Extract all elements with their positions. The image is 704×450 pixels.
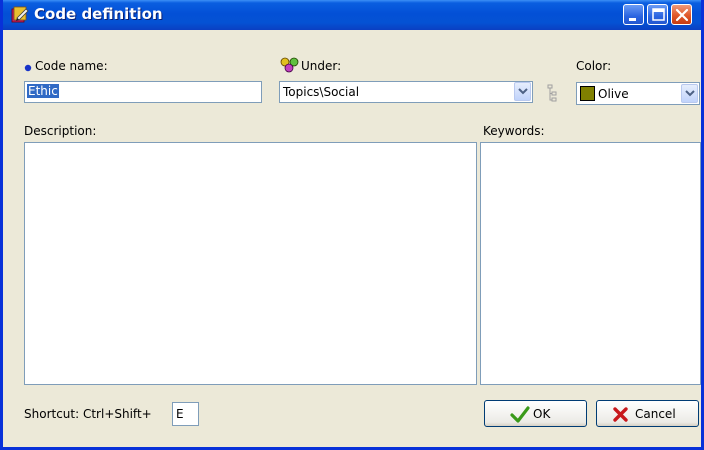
shortcut-label: Shortcut: Ctrl+Shift+ xyxy=(24,407,152,421)
color-label: Color: xyxy=(576,59,612,73)
code-name-input[interactable]: Ethic xyxy=(24,81,262,103)
cancel-x-icon xyxy=(613,407,628,422)
color-select[interactable]: Olive xyxy=(576,82,700,105)
description-label: Description: xyxy=(24,124,97,138)
keywords-textarea[interactable] xyxy=(480,142,701,385)
code-definition-dialog: Code definition Code name: Ethic Under: … xyxy=(0,0,704,450)
under-select[interactable]: Topics\Social xyxy=(279,81,533,103)
color-dropdown-button[interactable] xyxy=(681,84,698,103)
color-value: Olive xyxy=(598,87,629,101)
code-name-value: Ethic xyxy=(27,84,59,98)
chevron-down-icon xyxy=(518,88,528,95)
browse-tree-button[interactable] xyxy=(542,82,562,104)
required-bullet-icon xyxy=(24,64,32,72)
minimize-icon xyxy=(629,18,636,21)
window-title: Code definition xyxy=(34,5,163,23)
under-dropdown-button[interactable] xyxy=(514,82,531,101)
under-value: Topics\Social xyxy=(283,85,360,99)
ok-label: OK xyxy=(533,407,551,421)
ok-button[interactable]: OK xyxy=(484,400,587,427)
maximize-icon xyxy=(652,8,665,21)
code-name-label: Code name: xyxy=(35,59,108,73)
description-textarea[interactable] xyxy=(24,142,477,385)
checkmark-icon xyxy=(510,406,530,423)
cancel-button[interactable]: Cancel xyxy=(596,400,699,427)
color-swatch xyxy=(580,86,595,101)
app-icon xyxy=(11,6,29,23)
shortcut-key-value: E xyxy=(176,407,184,421)
under-label: Under: xyxy=(301,59,342,73)
code-tree-icon xyxy=(280,57,299,73)
close-icon xyxy=(675,8,689,22)
keywords-label: Keywords: xyxy=(483,124,545,138)
close-button[interactable] xyxy=(671,4,692,25)
tree-hierarchy-icon xyxy=(547,84,557,102)
title-bar[interactable]: Code definition xyxy=(3,0,701,30)
maximize-button[interactable] xyxy=(647,4,668,25)
chevron-down-icon xyxy=(685,90,695,97)
cancel-label: Cancel xyxy=(635,407,676,421)
shortcut-key-input[interactable]: E xyxy=(172,402,199,426)
minimize-button[interactable] xyxy=(623,4,644,25)
